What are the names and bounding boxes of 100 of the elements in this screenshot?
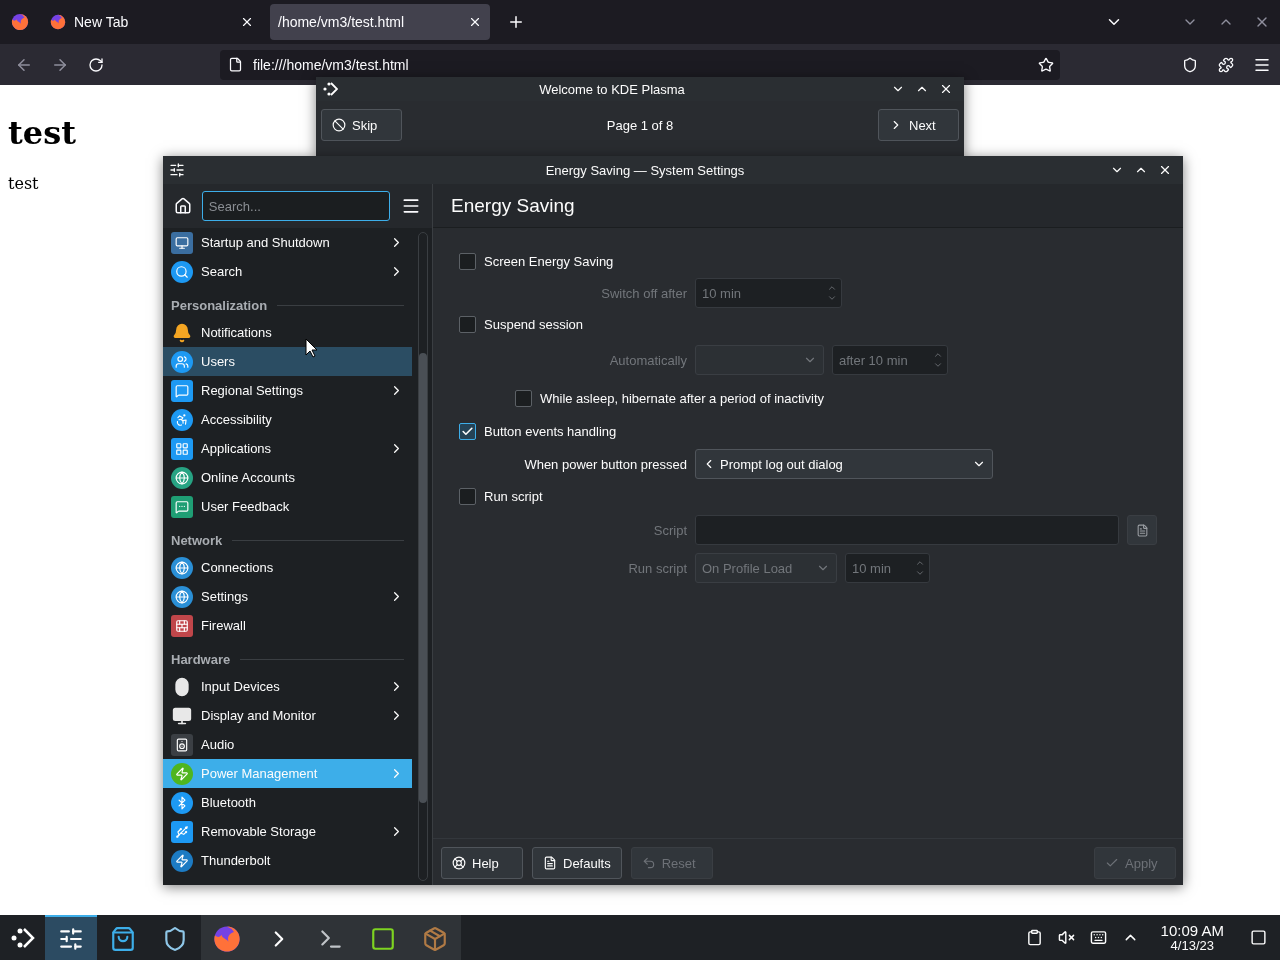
dropdown[interactable]: Prompt log out dialog (695, 449, 993, 479)
section-heading: Hardware (171, 651, 231, 667)
field-label: Switch off after (600, 285, 687, 301)
monitor-icon (171, 231, 193, 254)
checkbox[interactable] (459, 488, 476, 505)
checkbox-label: Suspend session (484, 317, 583, 332)
close-icon[interactable] (240, 15, 254, 29)
window-title: Energy Saving — System Settings (544, 162, 746, 178)
open-file-button[interactable] (1127, 515, 1157, 545)
firefox-icon (50, 14, 66, 30)
checkbox[interactable] (459, 253, 476, 270)
globe-icon (171, 556, 193, 579)
task-button[interactable] (45, 915, 97, 960)
sidebar-item[interactable]: Thunderbolt (163, 846, 412, 875)
sidebar-item[interactable]: Firewall (163, 611, 412, 640)
shield-icon (1182, 56, 1198, 73)
checkbox-label: Button events handling (484, 424, 617, 439)
task-button[interactable] (201, 915, 253, 960)
checkbox-label: While asleep, hibernate after a period of inactivity (540, 390, 824, 406)
undo-icon (641, 856, 656, 870)
usb-drive-icon (171, 820, 193, 843)
clock-date: 4/13/23 (1170, 938, 1214, 953)
star-icon[interactable] (1038, 56, 1054, 73)
clock-time: 10:09 AM (1160, 922, 1224, 939)
check-icon (461, 425, 474, 438)
browser-tab[interactable]: New Tab (42, 4, 262, 40)
mouse-cursor-icon (305, 338, 319, 358)
sidebar-item[interactable]: Regional Settings (163, 376, 412, 405)
close-icon (1158, 163, 1172, 177)
next-button[interactable]: Next (878, 109, 959, 141)
checkbox-label: Run script (484, 489, 543, 504)
keyboard-icon (1090, 929, 1108, 946)
field-label: Automatically (608, 352, 687, 368)
checkbox-label: Screen Energy Saving (484, 254, 614, 269)
field-label: When power button pressed (523, 456, 687, 472)
reload-icon (88, 56, 104, 73)
sidebar-item[interactable]: Users (163, 347, 412, 376)
page-heading: test (8, 114, 76, 152)
lifebuoy-icon (452, 856, 466, 870)
plasma-icon (322, 81, 338, 97)
sidebar-item[interactable]: Input Devices (163, 672, 412, 701)
clipboard-icon (1026, 929, 1044, 946)
sidebar-item[interactable]: Accessibility (163, 405, 412, 434)
sidebar-item[interactable]: User Feedback (163, 492, 412, 521)
sidebar-item[interactable]: Removable Storage (163, 817, 412, 846)
home-icon (174, 197, 193, 215)
field-label: Script (652, 522, 687, 538)
globe-icon (171, 585, 193, 608)
sidebar-item[interactable]: Applications (163, 434, 412, 463)
page-indicator: Page 1 of 8 (605, 117, 675, 133)
close-icon[interactable] (468, 15, 482, 29)
url-field[interactable]: file:///home/vm3/test.html (220, 49, 1060, 80)
sidebar-item[interactable]: Display and Monitor (163, 701, 412, 730)
check-icon (1105, 856, 1119, 870)
speaker-icon (171, 733, 193, 756)
sidebar-item[interactable]: Notifications (163, 318, 412, 347)
page-icon (228, 57, 243, 72)
browser-tab[interactable]: /home/vm3/test.html (270, 4, 490, 40)
close-icon (939, 82, 953, 96)
sidebar-item[interactable]: Settings (163, 582, 412, 611)
grid-icon (171, 437, 193, 460)
clock[interactable]: 10:09 AM 4/13/23 (1160, 922, 1224, 953)
sidebar-item[interactable]: Connections (163, 553, 412, 582)
help-button[interactable]: Help (441, 847, 523, 879)
skip-button[interactable]: Skip (321, 109, 402, 141)
users-icon (171, 350, 193, 373)
crate-icon (422, 925, 448, 952)
sidebar-item[interactable]: Online Accounts (163, 463, 412, 492)
checkbox[interactable] (515, 389, 532, 407)
sliders-icon (58, 925, 84, 952)
checkbox[interactable] (459, 316, 476, 333)
lightning-icon (171, 762, 193, 785)
puzzle-icon (1218, 56, 1234, 73)
sidebar-item[interactable]: Startup and Shutdown (163, 228, 412, 257)
sliders-icon (169, 162, 185, 178)
firefox-icon (11, 13, 29, 31)
search-icon (171, 260, 193, 283)
skip-icon (332, 118, 346, 132)
volume-muted-icon (1058, 929, 1076, 946)
globe-icon (171, 466, 193, 489)
speech-bubble-icon (171, 379, 193, 402)
shield-icon (162, 925, 188, 952)
sidebar-item[interactable]: Bluetooth (163, 788, 412, 817)
sidebar-item[interactable]: Search (163, 257, 412, 286)
file-icon (1135, 523, 1149, 537)
square-icon (1249, 929, 1267, 946)
field-label: Run script (627, 560, 687, 576)
speech-bubble-icon (171, 495, 193, 518)
defaults-button[interactable]: Defaults (532, 847, 622, 879)
script-field[interactable] (695, 515, 1119, 545)
shopping-bag-icon (110, 925, 136, 952)
checkbox[interactable] (459, 423, 476, 440)
search-field[interactable]: Search... (201, 191, 390, 221)
accessibility-icon (171, 408, 193, 431)
firefox-icon (213, 924, 241, 953)
sidebar-item[interactable]: Audio (163, 730, 412, 759)
window-icon (370, 925, 396, 952)
lightning-icon (171, 849, 193, 872)
page-paragraph: test (8, 174, 39, 193)
section-heading: Personalization (171, 297, 268, 313)
